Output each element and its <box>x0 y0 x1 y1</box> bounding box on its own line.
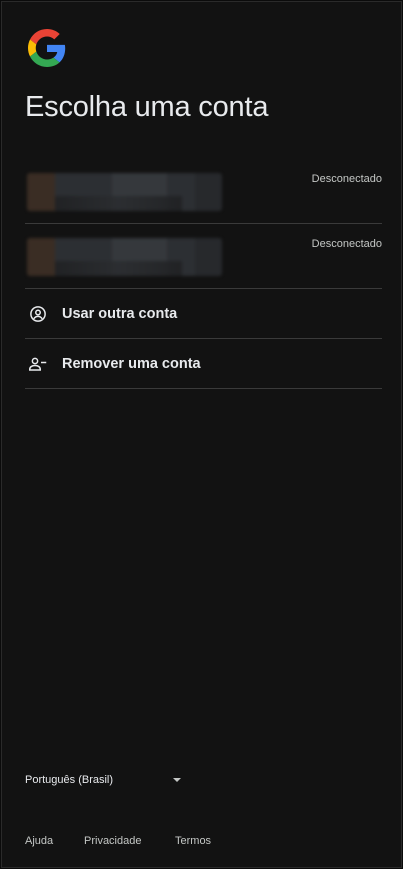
language-label: Português (Brasil) <box>25 774 114 786</box>
google-logo-icon <box>28 29 66 67</box>
help-link[interactable]: Ajuda <box>25 835 84 847</box>
chevron-down-icon <box>173 778 181 782</box>
blurred-account-info <box>27 173 222 211</box>
person-remove-icon <box>28 354 48 374</box>
account-circle-icon <box>28 304 48 324</box>
page-title: Escolha uma conta <box>25 91 269 123</box>
blurred-account-info <box>27 238 222 276</box>
account-list: Desconectado Desconectado Usar outra con… <box>25 159 382 389</box>
account-status: Desconectado <box>311 173 382 185</box>
privacy-link[interactable]: Privacidade <box>84 835 175 847</box>
use-another-account-label: Usar outra conta <box>62 305 178 322</box>
account-status: Desconectado <box>311 238 382 250</box>
use-another-account-button[interactable]: Usar outra conta <box>25 289 382 339</box>
remove-account-label: Remover uma conta <box>62 355 201 372</box>
account-chooser-page: Escolha uma conta Desconectado Desconect… <box>1 1 402 868</box>
account-item-2[interactable]: Desconectado <box>25 224 382 289</box>
terms-link[interactable]: Termos <box>175 835 211 847</box>
language-selector[interactable]: Português (Brasil) <box>25 774 185 786</box>
footer-links: Ajuda Privacidade Termos <box>25 835 211 847</box>
remove-account-button[interactable]: Remover uma conta <box>25 339 382 389</box>
account-item-1[interactable]: Desconectado <box>25 159 382 224</box>
